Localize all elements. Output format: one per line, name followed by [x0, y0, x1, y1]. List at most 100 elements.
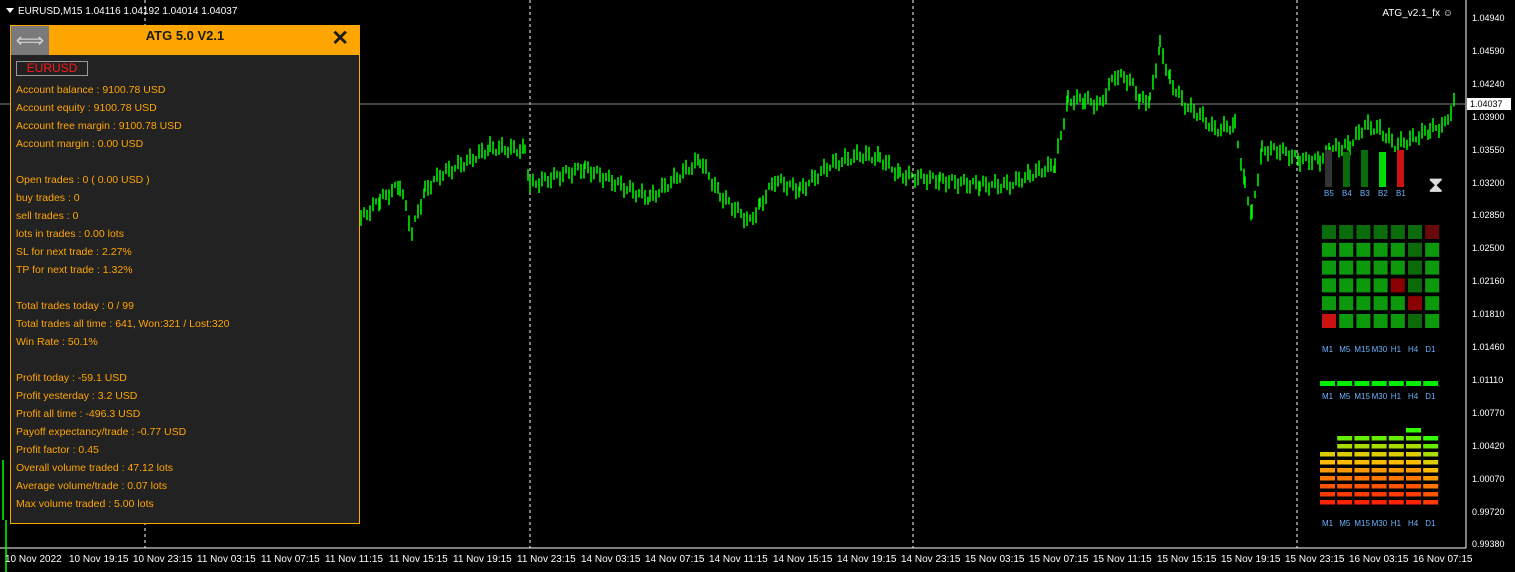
volume-segment [1320, 484, 1335, 489]
time-tick: 10 Nov 2022 [5, 554, 62, 565]
volume-segment [1371, 452, 1387, 457]
time-tick: 15 Nov 11:15 [1093, 554, 1152, 565]
signal-cell [1390, 260, 1405, 275]
signal-cell [1408, 278, 1422, 293]
symbol-info: EURUSD,M15 1.04116 1.04192 1.04014 1.040… [18, 6, 238, 17]
tf-label: M1 [1322, 345, 1334, 354]
volume-segment [1423, 500, 1439, 505]
price-tick: 1.01110 [1472, 374, 1504, 385]
stat-line: buy trades : 0 [16, 192, 80, 204]
price-tick: 1.03900 [1472, 111, 1505, 122]
price-tick: 0.99720 [1472, 506, 1505, 517]
volume-segment [1388, 468, 1404, 473]
volume-segment [1423, 436, 1439, 441]
signal-cell [1390, 314, 1405, 328]
tf-label: M5 [1339, 345, 1351, 354]
price-axis: 1.04940 1.04590 1.04240 1.03900 1.03550 1.032… [1466, 0, 1515, 572]
trend-bar [1325, 150, 1332, 187]
volume-segment [1423, 460, 1439, 465]
chart-header: EURUSD,M15 1.04116 1.04192 1.04014 1.040… [6, 6, 237, 17]
ea-info-panel: ATG 5.0 V2.1 ⟺ ✕ EURUSD Account balance … [10, 25, 360, 524]
volume-segment [1371, 436, 1387, 441]
volume-segment [1371, 444, 1387, 449]
price-tick: 1.04940 [1472, 13, 1505, 23]
volume-segment [1371, 468, 1387, 473]
volume-segment [1337, 500, 1353, 505]
signal-cell [1408, 296, 1422, 311]
price-tick: 1.01810 [1472, 309, 1505, 320]
panel-title: ATG 5.0 V2.1 [145, 28, 225, 43]
signal-cell [1339, 278, 1354, 293]
volume-segment [1337, 452, 1353, 457]
volume-segment [1406, 492, 1421, 497]
tf-label: M30 [1372, 392, 1388, 401]
tf-label: M15 [1354, 345, 1370, 354]
stat-line: Total trades all time : 641, Won:321 / L… [16, 318, 230, 330]
tf-label: M1 [1322, 519, 1334, 528]
volume-segment [1354, 492, 1370, 497]
volume-segment [1354, 468, 1370, 473]
indicator-widgets: B5 B4 B3 B2 B1 ⧗M1 M5 M15 M30 H1 H4 D1M1 M5 M15 M30 H1 H… [1320, 150, 1443, 528]
stat-line: Max volume traded : 5.00 lots [16, 498, 154, 510]
tf-label: H4 [1408, 345, 1419, 354]
tf-label: D1 [1425, 392, 1436, 401]
strength-bar [1406, 381, 1421, 386]
trend-bar-label: B5 [1324, 189, 1334, 198]
stat-spacer [16, 155, 229, 173]
signal-cell [1356, 314, 1371, 328]
symbol-button[interactable]: EURUSD [16, 61, 88, 76]
signal-cell [1356, 225, 1371, 239]
stat-line: Total trades today : 0 / 99 [16, 300, 134, 312]
volume-segment [1423, 452, 1439, 457]
trend-bar [1379, 152, 1386, 187]
stat-line: SL for next trade : 2.27% [16, 246, 132, 258]
time-tick: 15 Nov 23:15 [1285, 554, 1345, 565]
trend-bar [1343, 152, 1350, 187]
volume-segment [1337, 468, 1353, 473]
signal-cell [1356, 242, 1371, 257]
strength-bar [1320, 381, 1335, 386]
panel-title-bar[interactable]: ATG 5.0 V2.1 ⟺ ✕ [11, 26, 359, 55]
move-arrows-icon[interactable]: ⟺ [11, 26, 49, 55]
time-tick: 10 Nov 23:15 [133, 554, 193, 565]
strength-bar [1388, 381, 1404, 386]
signal-cell [1408, 260, 1422, 275]
volume-segment [1371, 460, 1387, 465]
stat-line: Profit factor : 0.45 [16, 444, 99, 456]
stat-line: Win Rate : 50.1% [16, 336, 98, 348]
volume-segment [1406, 468, 1421, 473]
tf-label: H4 [1408, 392, 1419, 401]
ea-name-text: ATG_v2.1_fx [1382, 8, 1440, 19]
trend-bar-label: B1 [1396, 189, 1406, 198]
time-tick: 14 Nov 23:15 [901, 554, 961, 565]
signal-cell [1322, 225, 1336, 239]
trend-bar [1397, 150, 1404, 187]
stat-line: Payoff expectancy/trade : -0.77 USD [16, 426, 187, 438]
volume-segment [1320, 452, 1335, 457]
time-axis: 10 Nov 2022 10 Nov 19:15 10 Nov 23:15 11 No… [0, 548, 1473, 572]
signal-cell [1425, 314, 1440, 328]
signal-cell [1373, 225, 1388, 239]
time-tick: 11 Nov 15:15 [389, 554, 448, 565]
volume-segment [1406, 484, 1421, 489]
signal-cell [1356, 278, 1371, 293]
signal-cell [1356, 296, 1371, 311]
price-tick: 1.00770 [1472, 407, 1505, 418]
close-icon[interactable]: ✕ [331, 28, 349, 50]
volume-segment [1371, 492, 1387, 497]
trend-bar-label: B3 [1360, 189, 1370, 198]
time-tick: 11 Nov 11:15 [325, 554, 384, 565]
stat-spacer [16, 281, 229, 299]
volume-segment [1337, 492, 1353, 497]
time-tick: 11 Nov 23:15 [517, 554, 576, 565]
tf-label: M15 [1354, 519, 1370, 528]
signal-cell [1425, 225, 1440, 239]
tf-label: M5 [1339, 519, 1351, 528]
time-tick: 11 Nov 19:15 [453, 554, 512, 565]
volume-segment [1354, 484, 1370, 489]
signal-cell [1390, 278, 1405, 293]
trend-bar-label: B2 [1378, 189, 1388, 198]
stat-spacer [16, 353, 229, 371]
stat-line: TP for next trade : 1.32% [16, 264, 133, 276]
menu-triangle-icon[interactable] [6, 8, 14, 13]
